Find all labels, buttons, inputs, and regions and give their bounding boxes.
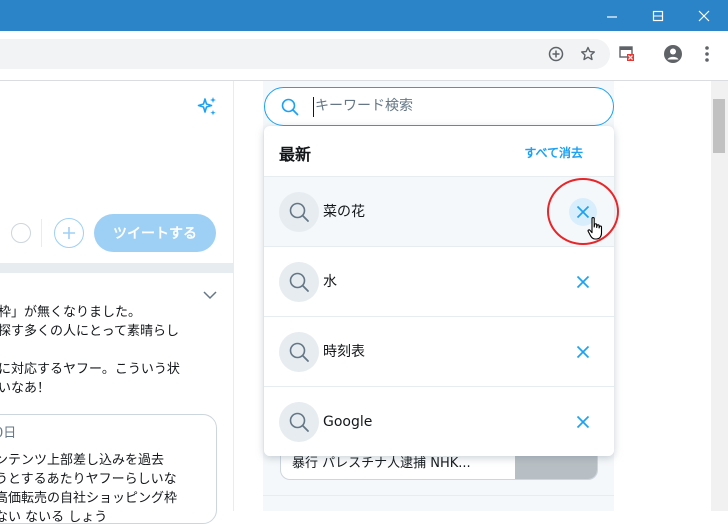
close-icon bbox=[698, 10, 710, 21]
char-count-circle bbox=[11, 223, 31, 243]
remove-search-button[interactable] bbox=[569, 408, 597, 436]
recent-search-label: 時刻表 bbox=[323, 344, 365, 360]
trend-headline: 暴行 パレスチナ人逮捕 NHK... bbox=[292, 456, 471, 471]
maximize-icon bbox=[652, 10, 664, 21]
tweet-line: いなあ！ bbox=[0, 381, 51, 396]
remove-search-button[interactable] bbox=[569, 338, 597, 366]
main-column: ツイートする 枠」が無くなりました。 探す多くの人にとって素晴らし に対応するヤ… bbox=[0, 81, 234, 524]
search-input[interactable]: キーワード検索 bbox=[264, 87, 614, 126]
search-placeholder: キーワード検索 bbox=[315, 98, 413, 114]
close-icon bbox=[576, 275, 590, 289]
text-caret bbox=[313, 97, 314, 117]
search-icon bbox=[279, 402, 319, 442]
add-circle-icon[interactable] bbox=[546, 44, 566, 64]
tweet-button[interactable]: ツイートする bbox=[94, 214, 216, 252]
close-icon bbox=[576, 345, 590, 359]
tweet-line: に対応するヤフー。こういう状 bbox=[0, 362, 180, 377]
recent-search-label: 水 bbox=[323, 274, 337, 290]
extension-icon[interactable] bbox=[617, 44, 637, 64]
clear-all-button[interactable]: すべて消去 bbox=[524, 144, 583, 161]
close-icon bbox=[576, 415, 590, 429]
dropdown-header: 最新 すべて消去 bbox=[264, 126, 614, 177]
quote-line: ンテンツ上部差し込みを過去 bbox=[0, 453, 165, 468]
quote-line: 0日 bbox=[0, 426, 17, 441]
account-icon[interactable] bbox=[663, 44, 683, 64]
quote-line: ない ないる しょう bbox=[0, 510, 108, 524]
minimize-icon bbox=[607, 15, 617, 18]
hand-cursor-icon bbox=[587, 216, 605, 246]
scrollbar-thumb[interactable] bbox=[713, 99, 725, 153]
recent-searches-dropdown: 最新 すべて消去 菜の花 水 時刻表 Google bbox=[264, 126, 614, 456]
recent-search-label: Google bbox=[323, 414, 373, 430]
minimize-button-2[interactable] bbox=[590, 0, 634, 31]
search-icon bbox=[279, 262, 319, 302]
divider bbox=[41, 219, 42, 247]
quoted-tweet[interactable]: 0日 ンテンツ上部差し込みを過去 うとするあたりヤフーらしいな 高価転売の自社シ… bbox=[0, 414, 217, 524]
dropdown-title: 最新 bbox=[279, 145, 312, 164]
recent-search-item[interactable]: 時刻表 bbox=[264, 317, 614, 387]
tweet-line: 探す多くの人にとって素晴らし bbox=[0, 324, 179, 339]
chevron-down-icon[interactable] bbox=[203, 285, 217, 304]
trend-thumbnail bbox=[515, 454, 597, 479]
search-icon bbox=[279, 332, 319, 372]
quote-line: うとするあたりヤフーらしいな bbox=[0, 472, 177, 487]
recent-search-item[interactable]: 水 bbox=[264, 247, 614, 317]
more-vert-icon[interactable] bbox=[697, 44, 717, 64]
sparkle-icon[interactable] bbox=[196, 95, 220, 123]
address-bar[interactable] bbox=[0, 39, 610, 69]
remove-search-button[interactable] bbox=[569, 268, 597, 296]
plus-icon bbox=[63, 227, 75, 239]
section-divider bbox=[0, 263, 234, 273]
recent-search-item[interactable]: Google bbox=[264, 387, 614, 456]
maximize-button[interactable] bbox=[636, 0, 680, 31]
tweet-line: 枠」が無くなりました。 bbox=[0, 305, 142, 320]
star-icon[interactable] bbox=[578, 44, 598, 64]
trend-card-peek[interactable]: 暴行 パレスチナ人逮捕 NHK... bbox=[280, 454, 598, 480]
highlight-ring bbox=[547, 178, 619, 245]
search-icon bbox=[281, 98, 299, 120]
divider bbox=[263, 495, 614, 496]
recent-search-label: 菜の花 bbox=[323, 204, 365, 220]
quote-line: 高価転売の自社ショッピング枠 bbox=[0, 491, 178, 506]
browser-toolbar bbox=[0, 31, 728, 80]
close-button[interactable] bbox=[682, 0, 726, 31]
search-icon bbox=[279, 192, 319, 232]
add-tweet-button[interactable] bbox=[54, 218, 84, 248]
